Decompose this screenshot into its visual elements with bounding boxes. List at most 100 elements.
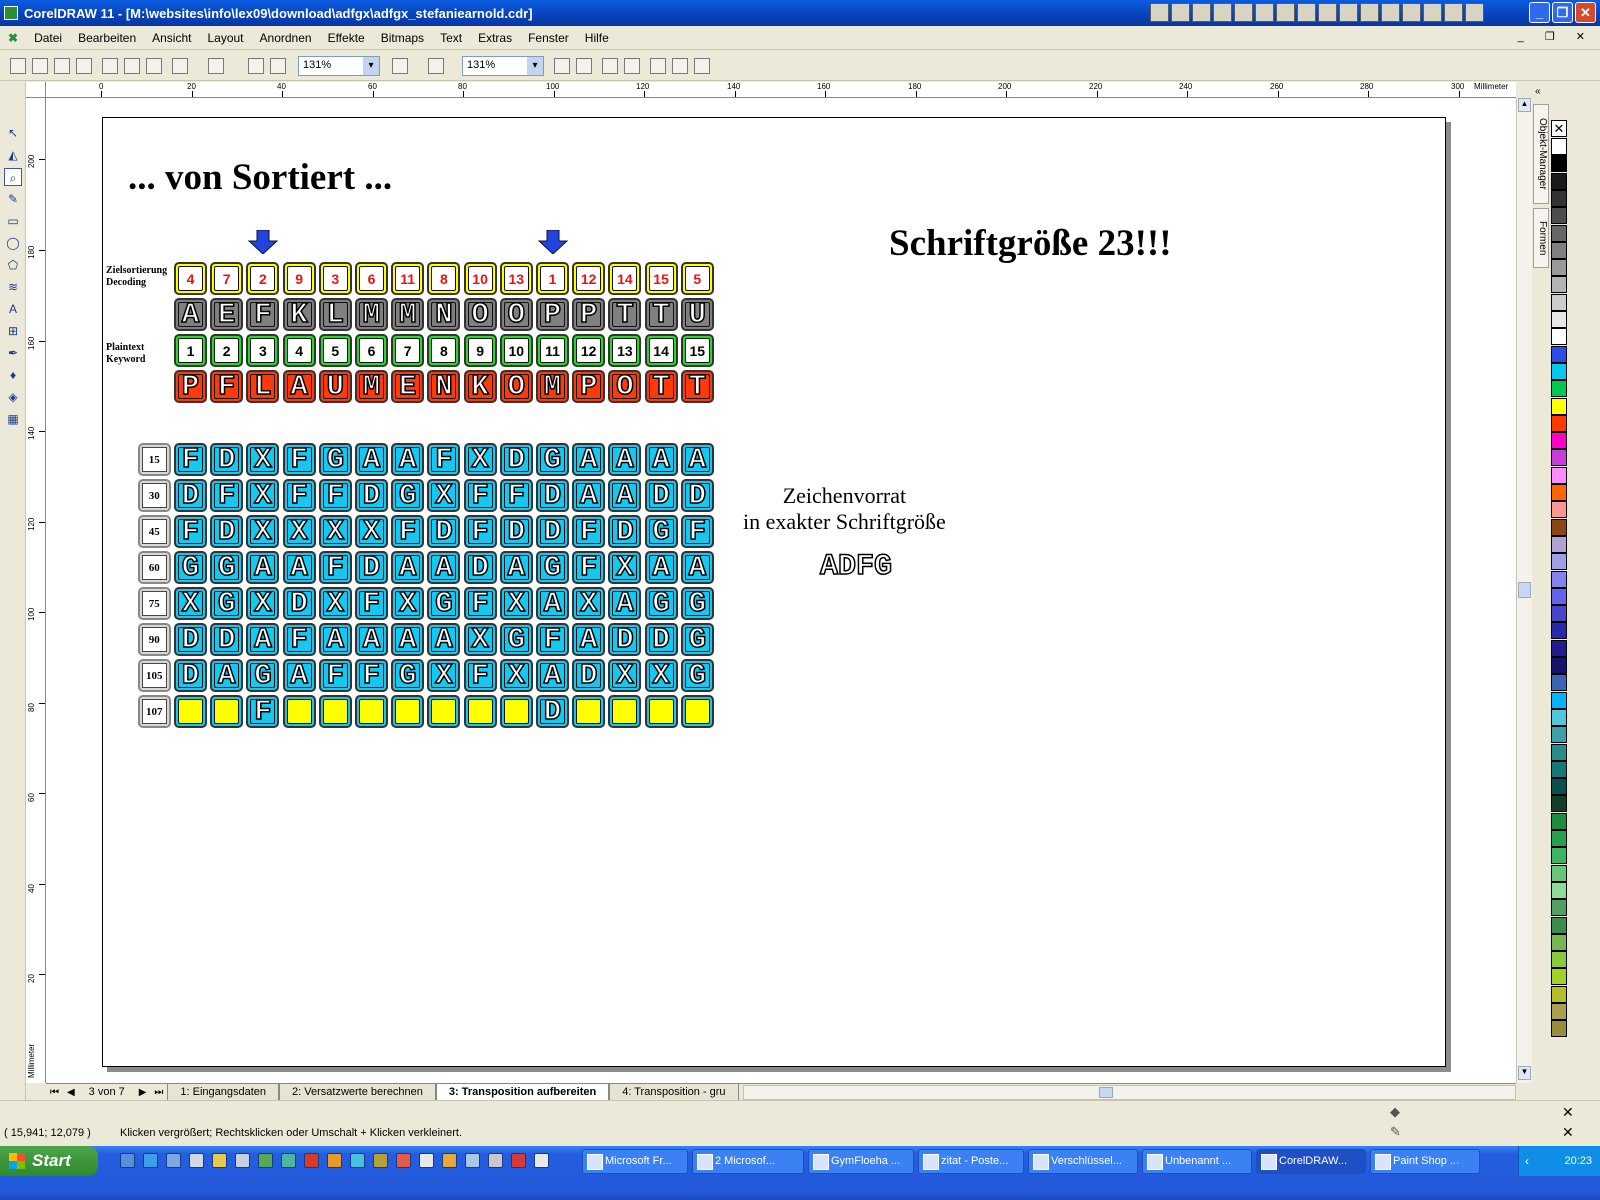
menu-bearbeiten[interactable]: Bearbeiten — [70, 31, 144, 45]
keyword-label[interactable]: Plaintext Keyword — [106, 342, 145, 366]
color-swatch[interactable] — [1551, 501, 1567, 519]
document-window-controls[interactable]: _ ❐ ✕ — [1518, 30, 1594, 43]
grid-cell[interactable]: A — [499, 551, 533, 584]
pick-tool-icon[interactable]: ↖ — [4, 124, 22, 142]
menu-extras[interactable]: Extras — [470, 31, 520, 45]
first-page-button[interactable]: ⏮ — [46, 1087, 63, 1098]
grid-cell[interactable]: A — [282, 551, 316, 584]
color-swatch[interactable] — [1551, 639, 1567, 657]
grid-cell[interactable]: F — [572, 515, 606, 548]
grid-cell[interactable]: D — [608, 623, 642, 656]
grid-cell[interactable]: X — [246, 443, 280, 476]
quicklaunch-icon[interactable] — [465, 1153, 480, 1168]
grid-cell[interactable]: X — [499, 587, 533, 620]
grid-cell[interactable]: X — [427, 659, 461, 692]
color-swatch[interactable] — [1551, 466, 1567, 484]
color-swatch[interactable] — [1551, 345, 1567, 363]
grid-cell[interactable]: G — [644, 587, 678, 620]
grid-cell[interactable] — [463, 695, 497, 728]
grid-cell[interactable]: X — [608, 551, 642, 584]
keyword-letter-cell[interactable]: A — [282, 370, 316, 403]
prev-page-button[interactable]: ◀ — [63, 1087, 79, 1098]
interactive-tool-icon[interactable]: ⊞ — [4, 322, 22, 340]
color-swatch[interactable] — [1551, 657, 1567, 674]
grid-cell[interactable]: X — [463, 623, 497, 656]
tray-app-icon[interactable] — [1213, 3, 1232, 22]
color-swatch[interactable] — [1551, 380, 1567, 398]
tray-app-icon[interactable] — [1339, 3, 1358, 22]
quicklaunch-icon[interactable] — [534, 1153, 549, 1168]
tray-app-icon[interactable] — [1444, 3, 1463, 22]
keyword-letter-cell[interactable]: M — [536, 370, 569, 403]
text-tool-icon[interactable]: A — [4, 300, 22, 318]
grid-cell[interactable]: F — [355, 587, 388, 620]
grid-cell[interactable]: D — [174, 623, 207, 656]
export-icon[interactable] — [270, 58, 286, 74]
grid-cell[interactable]: X — [318, 515, 352, 548]
scroll-thumb[interactable] — [1518, 582, 1531, 598]
grid-row-label[interactable]: 75 — [137, 587, 171, 620]
menu-effekte[interactable]: Effekte — [320, 31, 373, 45]
grid-cell[interactable]: D — [572, 659, 606, 692]
copy-icon[interactable] — [124, 58, 140, 74]
grid-cell[interactable]: G — [210, 551, 244, 584]
grid-cell[interactable] — [174, 695, 207, 728]
menu-hilfe[interactable]: Hilfe — [577, 31, 617, 45]
grid-cell[interactable]: X — [391, 587, 425, 620]
color-swatch[interactable] — [1551, 397, 1567, 415]
quicklaunch-icon[interactable] — [189, 1153, 204, 1168]
horizontal-scrollbar[interactable] — [743, 1084, 1516, 1100]
grid-cell[interactable]: A — [608, 443, 642, 476]
app-menu-icon[interactable]: ✖ — [0, 31, 26, 45]
color-swatch[interactable] — [1551, 293, 1567, 311]
maximize-button[interactable]: ❐ — [1552, 2, 1573, 23]
grid-cell[interactable]: F — [318, 551, 352, 584]
zoom-tool-icon[interactable]: ⌕ — [4, 168, 22, 186]
quicklaunch-icon[interactable] — [396, 1153, 411, 1168]
tray-arrow-icon[interactable]: ‹ — [1525, 1146, 1529, 1176]
decoding-label[interactable]: Zielsortierung Decoding — [106, 265, 167, 289]
quicklaunch-icon[interactable] — [350, 1153, 365, 1168]
plaintext-number-cell[interactable]: 12 — [572, 334, 606, 367]
color-swatch[interactable] — [1551, 276, 1567, 294]
page-heading[interactable]: ... von Sortiert ... — [128, 156, 392, 199]
decoding-cell[interactable]: 11 — [391, 262, 425, 295]
clock[interactable]: 20:23 — [1564, 1155, 1592, 1167]
grid-cell[interactable]: A — [246, 551, 280, 584]
grid-cell[interactable] — [644, 695, 678, 728]
decoding-cell[interactable]: 12 — [572, 262, 606, 295]
grid-cell[interactable]: A — [644, 443, 678, 476]
keyword-letter-cell[interactable]: P — [174, 370, 207, 403]
grid-cell[interactable]: X — [246, 479, 280, 512]
grid-cell[interactable]: A — [210, 659, 244, 692]
tray-app-icon[interactable] — [1465, 3, 1484, 22]
keyword-letter-cell[interactable]: O — [499, 370, 533, 403]
drawing-canvas[interactable]: ... von Sortiert ... Schriftgröße 23!!! Zi… — [46, 98, 1516, 1083]
page-tab-3[interactable]: 3: Transposition aufbereiten — [435, 1083, 610, 1101]
grid-cell[interactable]: A — [608, 587, 642, 620]
plaintext-number-cell[interactable]: 7 — [391, 334, 425, 367]
tray-app-icon[interactable] — [1276, 3, 1295, 22]
color-swatch[interactable] — [1551, 985, 1567, 1003]
menu-fenster[interactable]: Fenster — [520, 31, 577, 45]
grid-cell[interactable]: F — [174, 443, 207, 476]
menu-bitmaps[interactable]: Bitmaps — [373, 31, 432, 45]
decoding-cell[interactable]: 14 — [608, 262, 642, 295]
grid-cell[interactable]: X — [572, 587, 606, 620]
quicklaunch-icon[interactable] — [304, 1153, 319, 1168]
plaintext-number-cell[interactable]: 8 — [427, 334, 461, 367]
quicklaunch-icon[interactable] — [143, 1153, 158, 1168]
grid-cell[interactable]: X — [499, 659, 533, 692]
font-size-note[interactable]: Schriftgröße 23!!! — [889, 222, 1172, 265]
interactive-fill-icon[interactable]: ▦ — [4, 410, 22, 428]
docker-collapse-icon[interactable]: « — [1535, 86, 1541, 97]
grid-cell[interactable]: G — [680, 587, 714, 620]
sorted-letter-cell[interactable]: F — [246, 298, 280, 331]
grid-cell[interactable]: G — [246, 659, 280, 692]
close-button[interactable]: ✕ — [1575, 2, 1596, 23]
grid-cell[interactable]: F — [318, 479, 352, 512]
color-swatch[interactable] — [1551, 484, 1567, 501]
sorted-letter-cell[interactable]: U — [680, 298, 714, 331]
print-icon[interactable] — [76, 58, 92, 74]
color-swatch[interactable] — [1551, 622, 1567, 640]
